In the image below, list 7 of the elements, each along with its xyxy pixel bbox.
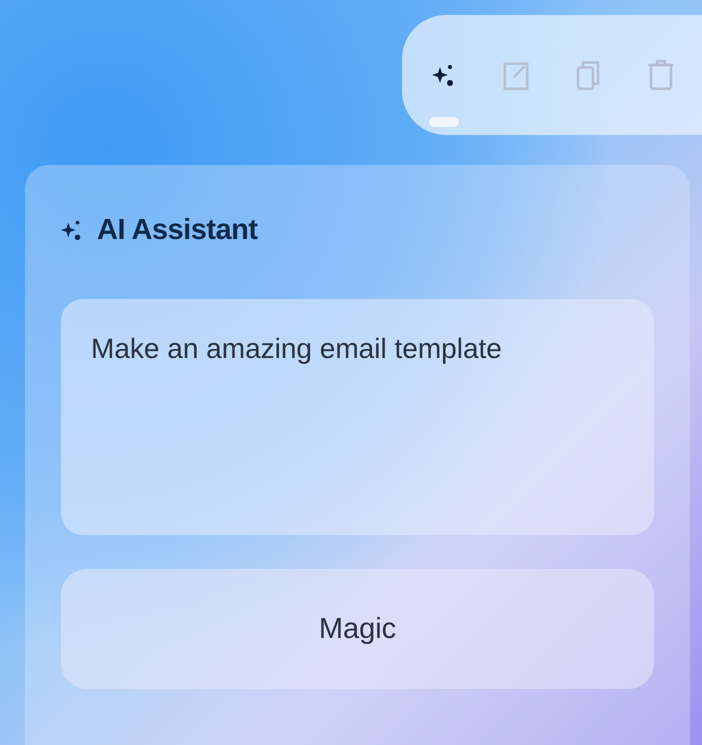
- prompt-field[interactable]: Make an amazing email template: [61, 299, 654, 535]
- selection-indicator: [429, 117, 459, 127]
- sparkle-icon: [61, 219, 83, 241]
- sparkle-icon: [432, 63, 456, 87]
- panel-title: AI Assistant: [97, 214, 258, 246]
- trash-icon: [646, 58, 676, 92]
- magic-button[interactable]: Magic: [61, 569, 654, 689]
